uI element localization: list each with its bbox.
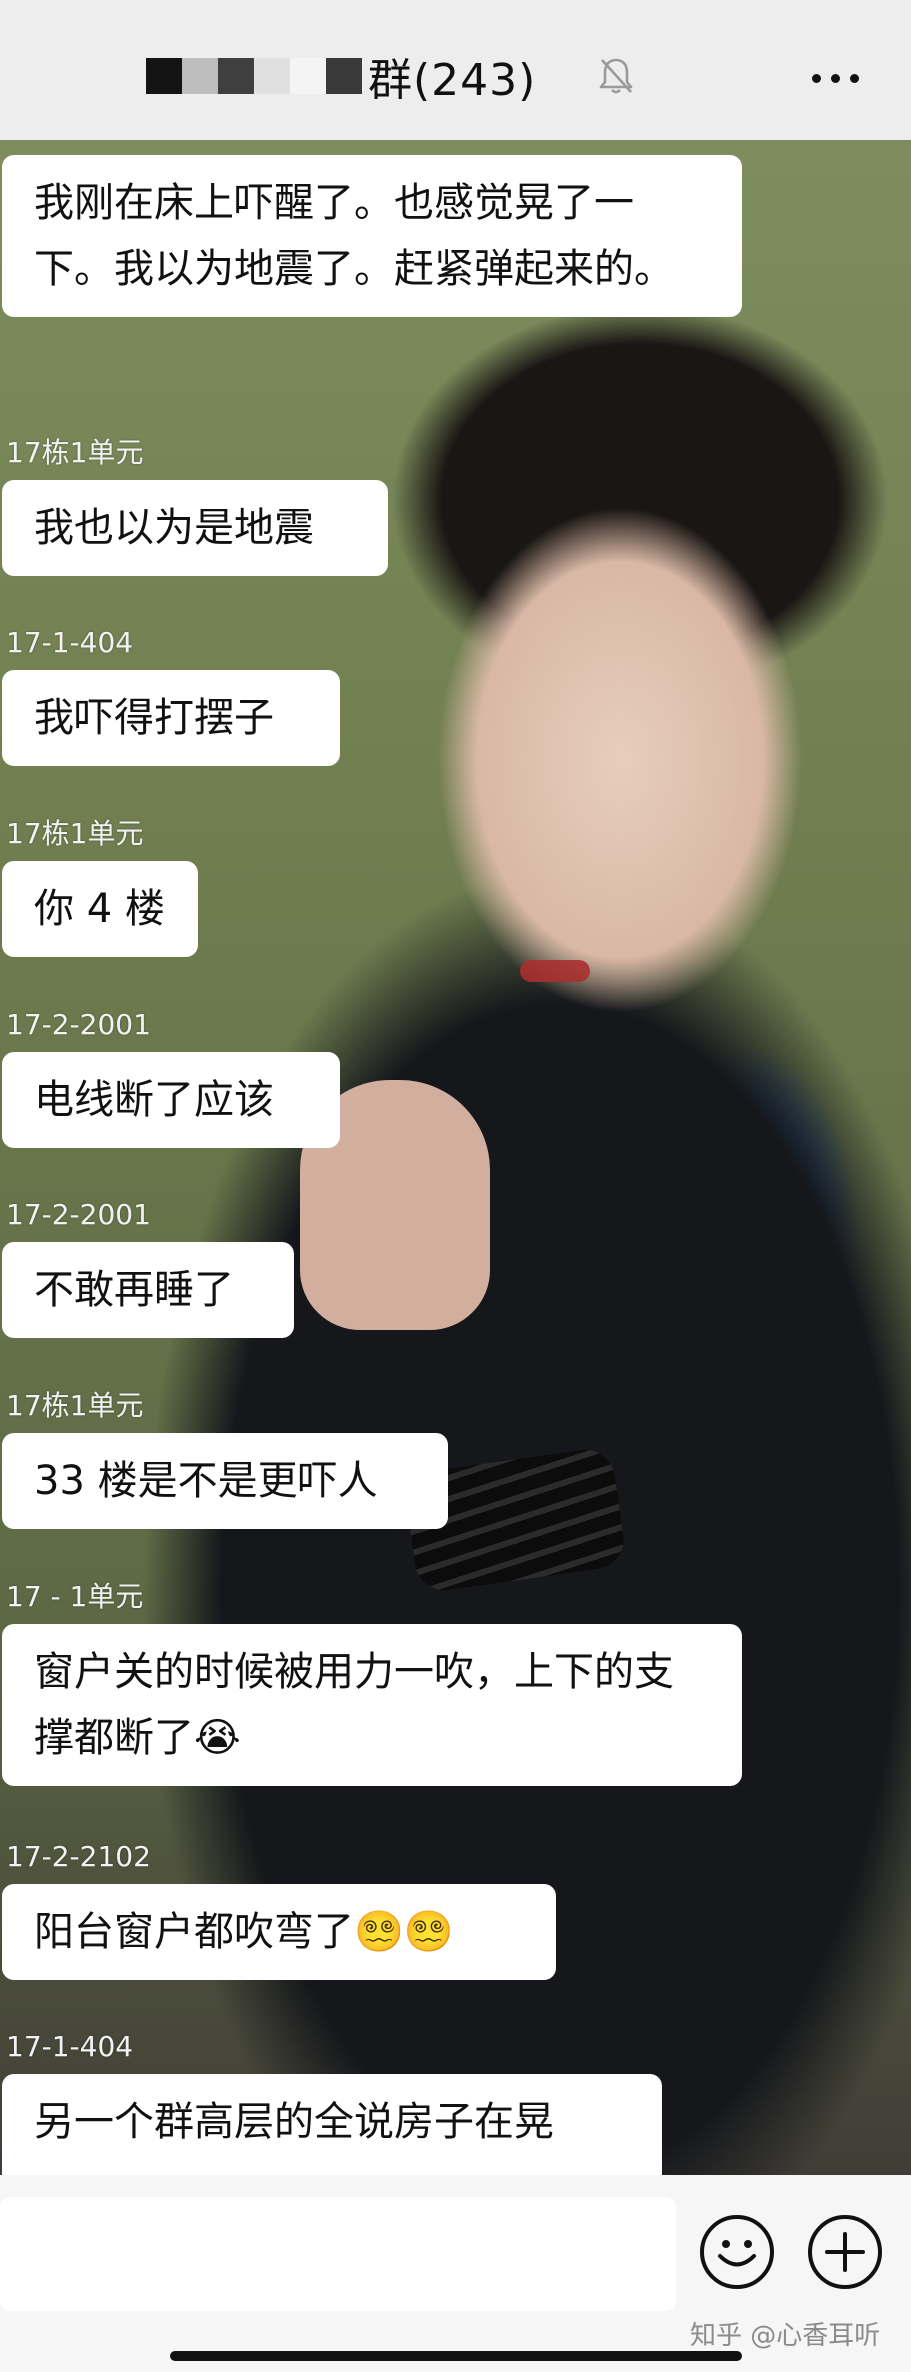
sender-name: 17-1-404 [6, 2030, 134, 2063]
input-bar: 知乎 @心香耳听 [0, 2175, 911, 2372]
sender-name: 17 - 1单元 [6, 1580, 144, 1613]
more-dots-icon [849, 73, 859, 83]
message-bubble[interactable]: 窗户关的时候被用力一吹，上下的支撑都断了😭 [2, 1624, 742, 1786]
home-indicator[interactable] [170, 2351, 742, 2361]
mosaic-block [218, 58, 254, 94]
message-bubble[interactable]: 电线断了应该 [2, 1052, 340, 1148]
watermark: 知乎 @心香耳听 [690, 2321, 881, 2351]
sender-name: 17栋1单元 [6, 436, 144, 469]
more-dots-icon [811, 73, 821, 83]
sender-name: 17-2-2001 [6, 1008, 151, 1041]
plus-circle-icon [825, 2232, 865, 2272]
chat-header: 群(243) [0, 0, 911, 140]
message-bubble[interactable]: 我刚在床上吓醒了。也感觉晃了一下。我以为地震了。赶紧弹起来的。 [2, 155, 742, 317]
emoji-button[interactable] [700, 2215, 774, 2289]
title-mosaic [146, 58, 362, 94]
message-bubble[interactable]: 33 楼是不是更吓人 [2, 1433, 448, 1529]
message-list[interactable]: 我刚在床上吓醒了。也感觉晃了一下。我以为地震了。赶紧弹起来的。 17栋1单元 我… [0, 140, 911, 2175]
mosaic-block [326, 58, 362, 94]
mosaic-block [182, 58, 218, 94]
message-bubble[interactable]: 不敢再睡了 [2, 1242, 294, 1338]
message-bubble[interactable]: 你 4 楼 [2, 861, 198, 957]
sender-name: 17-1-404 [6, 626, 134, 659]
mosaic-block [290, 58, 326, 94]
mosaic-block [146, 58, 182, 94]
more-button[interactable] [800, 58, 870, 98]
bell-slash-icon [599, 58, 633, 94]
sender-name: 17栋1单元 [6, 817, 144, 850]
mosaic-block [254, 58, 290, 94]
sender-name: 17栋1单元 [6, 1389, 144, 1422]
message-bubble[interactable]: 阳台窗户都吹弯了😵‍💫😵‍💫 [2, 1884, 556, 1980]
message-bubble[interactable]: 我吓得打摆子 [2, 670, 340, 766]
message-input[interactable] [0, 2197, 676, 2311]
smiley-icon [718, 2240, 756, 2267]
sender-name: 17-2-2001 [6, 1198, 151, 1231]
sender-name: 17-2-2102 [6, 1840, 151, 1873]
chat-title: 群(243) [368, 55, 537, 106]
more-dots-icon [830, 73, 840, 83]
message-bubble[interactable]: 另一个群高层的全说房子在晃 [2, 2074, 662, 2175]
plus-button[interactable] [808, 2215, 882, 2289]
chat-title-group[interactable]: 群(243) [146, 46, 536, 106]
message-bubble[interactable]: 我也以为是地震 [2, 480, 388, 576]
